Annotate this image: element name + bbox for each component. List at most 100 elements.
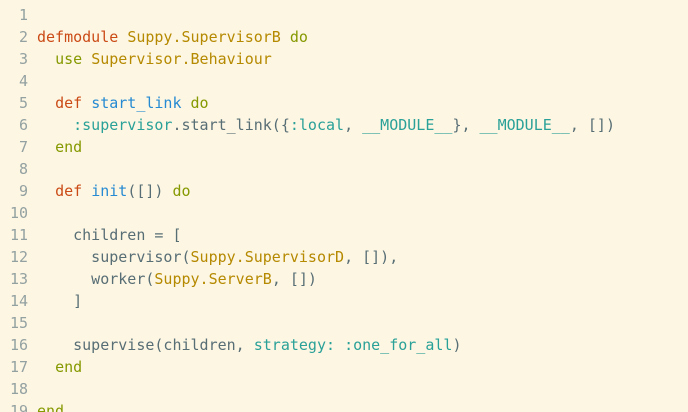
code-token: do: [289, 28, 308, 46]
line-number: 17: [9, 358, 28, 376]
code-token: do: [172, 182, 191, 200]
line-number: 13: [9, 270, 28, 288]
code-token: :one_for_all: [344, 336, 453, 354]
code-token: worker(: [37, 270, 155, 288]
line-number: 8: [18, 160, 28, 178]
code-token: supervisor(: [37, 248, 191, 266]
code-token: def: [55, 182, 83, 200]
code-token: .start_link({: [172, 116, 290, 134]
code-text: end: [37, 136, 82, 158]
line-number: 12: [9, 248, 28, 266]
code-line[interactable]: 19 end: [0, 400, 688, 412]
code-text: worker(Suppy.ServerB, []): [37, 268, 317, 290]
code-line[interactable]: 13 worker(Suppy.ServerB, []): [0, 268, 688, 290]
code-token: ,: [344, 116, 363, 134]
code-line[interactable]: 12 supervisor(Suppy.SupervisorD, []),: [0, 246, 688, 268]
code-token: __MODULE__: [362, 116, 453, 134]
line-number: 19: [9, 402, 28, 412]
code-text: end: [37, 356, 82, 378]
code-token: do: [190, 94, 209, 112]
line-number: 15: [9, 314, 28, 332]
code-line[interactable]: 7 end: [0, 136, 688, 158]
code-token: init: [91, 182, 128, 200]
code-line[interactable]: 11 children = [: [0, 224, 688, 246]
code-text: children = [: [37, 224, 182, 246]
code-token: , []): [271, 270, 317, 288]
code-text: def start_link do: [37, 92, 209, 114]
line-number: 6: [18, 116, 28, 134]
code-line[interactable]: 9 def init([]) do: [0, 180, 688, 202]
code-text: ]: [37, 290, 82, 312]
code-token: , []),: [344, 248, 399, 266]
code-editor[interactable]: 1 2 defmodule Suppy.SupervisorB do 3 use Su…: [0, 0, 688, 412]
code-token: def: [55, 94, 83, 112]
code-token: :local: [289, 116, 345, 134]
code-text: supervisor(Suppy.SupervisorD, []),: [37, 246, 398, 268]
line-number: 16: [9, 336, 28, 354]
code-line[interactable]: 6 :supervisor.start_link({:local, __MODU…: [0, 114, 688, 136]
code-line[interactable]: 18: [0, 378, 688, 400]
code-token: , []): [569, 116, 615, 134]
code-line[interactable]: 14 ]: [0, 290, 688, 312]
line-number: 9: [18, 182, 28, 200]
code-token: Suppy.SupervisorD: [190, 248, 345, 266]
line-number: 14: [9, 292, 28, 310]
code-text: :supervisor.start_link({:local, __MODULE…: [37, 114, 615, 136]
code-token: strategy:: [253, 336, 336, 354]
code-token: use: [55, 50, 83, 68]
line-number: 5: [18, 94, 28, 112]
code-token: start_link: [91, 94, 182, 112]
line-number: 1: [18, 6, 28, 24]
code-line[interactable]: 16 supervise(children, strategy: :one_fo…: [0, 334, 688, 356]
code-token: supervise(children,: [37, 336, 254, 354]
line-number: 18: [9, 380, 28, 398]
code-line[interactable]: 3 use Supervisor.Behaviour: [0, 48, 688, 70]
code-line[interactable]: 4: [0, 70, 688, 92]
code-line[interactable]: 17 end: [0, 356, 688, 378]
code-token: Suppy.ServerB: [154, 270, 272, 288]
code-token: ([]): [127, 182, 173, 200]
code-token: end: [55, 138, 83, 156]
line-number: 10: [9, 204, 28, 222]
code-text: def init([]) do: [37, 180, 191, 202]
code-text: use Supervisor.Behaviour: [37, 48, 272, 70]
line-number: 2: [18, 28, 28, 46]
line-number: 3: [18, 50, 28, 68]
code-token: children = [: [37, 226, 182, 244]
code-line[interactable]: 15: [0, 312, 688, 334]
code-line[interactable]: 8: [0, 158, 688, 180]
code-token: ]: [37, 292, 83, 310]
line-number: 7: [18, 138, 28, 156]
line-number: 4: [18, 72, 28, 90]
code-token: end: [55, 358, 83, 376]
code-token: ): [452, 336, 462, 354]
code-token: Suppy.SupervisorB: [127, 28, 281, 46]
code-text: end: [37, 400, 64, 412]
code-token: :supervisor: [73, 116, 173, 134]
code-text: defmodule Suppy.SupervisorB do: [37, 26, 308, 48]
code-token: defmodule: [37, 28, 119, 46]
line-number: 11: [9, 226, 28, 244]
code-token: },: [452, 116, 480, 134]
code-text: supervise(children, strategy: :one_for_a…: [37, 334, 461, 356]
code-line[interactable]: 10: [0, 202, 688, 224]
code-token: end: [37, 402, 65, 412]
code-line[interactable]: 1: [0, 4, 688, 26]
code-line[interactable]: 5 def start_link do: [0, 92, 688, 114]
code-line[interactable]: 2 defmodule Suppy.SupervisorB do: [0, 26, 688, 48]
code-token: Supervisor.Behaviour: [91, 50, 272, 68]
code-token: __MODULE__: [479, 116, 570, 134]
